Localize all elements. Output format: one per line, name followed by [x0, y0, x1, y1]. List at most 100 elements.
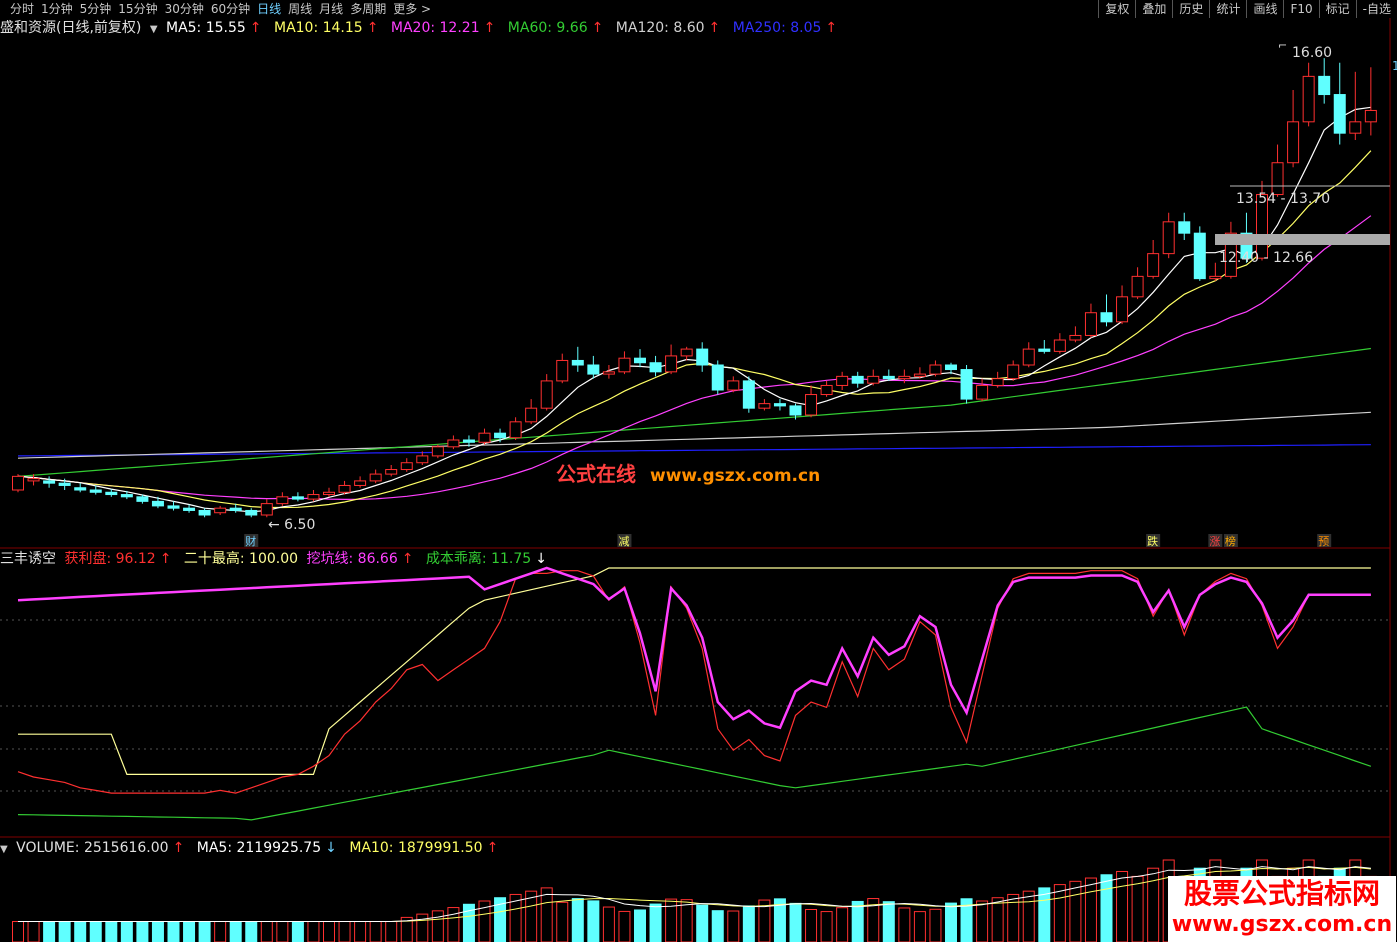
- volume-bar: [260, 921, 273, 942]
- candle-body: [727, 380, 740, 391]
- cost-line: [17, 706, 1372, 821]
- candle-body: [12, 475, 24, 491]
- high-label: 16.60: [1292, 45, 1332, 61]
- candle-body: [556, 359, 569, 382]
- candle-body: [1318, 75, 1331, 96]
- candle-body: [525, 407, 538, 423]
- low-label: ← 6.50: [268, 517, 315, 533]
- volume-bar: [1022, 890, 1035, 942]
- volume-bar: [587, 900, 600, 942]
- candle-body: [151, 500, 164, 507]
- volume-bar: [151, 921, 164, 942]
- candle-body: [1116, 296, 1129, 323]
- candle-body: [369, 473, 382, 482]
- candle-body: [323, 491, 335, 496]
- candle-body: [120, 494, 133, 498]
- candle-body: [867, 375, 880, 384]
- candle-body: [1193, 232, 1206, 280]
- volume-bar: [742, 905, 755, 942]
- candle-body: [882, 375, 895, 380]
- volume-bar: [680, 899, 693, 942]
- candle-body: [789, 405, 802, 416]
- candle-body: [742, 380, 755, 409]
- volume-bar: [711, 910, 724, 942]
- candle-body: [447, 439, 460, 448]
- volume-bar: [1084, 877, 1097, 942]
- candle-body: [183, 507, 196, 511]
- volume-bar: [649, 903, 662, 942]
- volume-bar: [1100, 874, 1113, 942]
- candle-body: [1100, 312, 1113, 323]
- candle-body: [58, 482, 71, 486]
- volume-bar: [27, 921, 40, 942]
- volume-bar: [214, 921, 227, 942]
- event-tag: 涨: [1209, 535, 1220, 548]
- high-marker-icon: ⌐: [1278, 39, 1287, 52]
- candle-body: [1302, 75, 1315, 123]
- candle-body: [276, 496, 289, 505]
- candle-body: [1162, 221, 1175, 255]
- volume-bar: [136, 921, 149, 942]
- candle-body: [711, 364, 724, 391]
- candle-body: [851, 375, 864, 384]
- volume-bar: [727, 910, 740, 942]
- candle-body: [89, 489, 102, 493]
- candle-body: [1038, 348, 1051, 352]
- candle-body: [27, 478, 40, 482]
- candle-body: [1178, 221, 1191, 234]
- candle-body: [898, 375, 911, 380]
- event-tag: 榜: [1225, 534, 1236, 548]
- volume-bar: [307, 921, 320, 942]
- candle-body: [602, 371, 615, 375]
- event-tag: 跌: [1147, 534, 1158, 548]
- candle-body: [478, 432, 491, 443]
- ma250-line: [17, 444, 1371, 457]
- event-tag: 预: [1318, 535, 1329, 548]
- candle-body: [385, 469, 398, 475]
- volume-bar: [945, 902, 957, 942]
- candle-body: [307, 494, 320, 500]
- volume-bar: [1053, 884, 1066, 942]
- candle-body: [416, 455, 429, 464]
- volume-bar: [618, 910, 631, 942]
- volume-bar: [43, 921, 56, 942]
- volume-bar: [556, 901, 569, 942]
- volume-bar: [338, 921, 351, 942]
- volume-bar: [1007, 893, 1020, 942]
- candle-body: [509, 421, 522, 439]
- candle-body: [400, 462, 413, 471]
- volume-bar: [1147, 867, 1160, 942]
- volume-bar: [634, 909, 646, 942]
- volume-bar: [1038, 887, 1051, 942]
- candle-body: [587, 364, 600, 375]
- candle-body: [913, 373, 926, 377]
- ma20-line: [17, 215, 1372, 501]
- volume-bar: [12, 921, 24, 942]
- volume-bar: [1131, 875, 1144, 942]
- candle-body: [214, 507, 227, 514]
- candle-body: [431, 446, 444, 457]
- volume-bar: [74, 921, 87, 942]
- volume-bar: [976, 900, 989, 942]
- volume-bar: [385, 921, 398, 942]
- candle-body: [43, 480, 56, 484]
- candle-body: [338, 484, 351, 493]
- volume-bar: [89, 921, 102, 942]
- event-tag: 财: [245, 534, 256, 548]
- volume-bar: [1116, 870, 1129, 942]
- volume-bar: [571, 898, 584, 942]
- candle-body: [618, 357, 631, 373]
- volume-bar: [105, 921, 118, 942]
- volume-bar: [882, 901, 895, 942]
- candle-body: [74, 487, 87, 491]
- volume-bar: [1069, 880, 1082, 942]
- candle-body: [960, 369, 973, 400]
- volume-bar: [198, 921, 211, 942]
- candle-body: [1022, 348, 1035, 366]
- candle-body: [991, 378, 1004, 386]
- candle-body: [680, 348, 693, 357]
- pit-line: [17, 566, 1371, 730]
- candle-body: [945, 364, 957, 371]
- volume-bar: [369, 921, 382, 942]
- top20-line: [18, 567, 1371, 776]
